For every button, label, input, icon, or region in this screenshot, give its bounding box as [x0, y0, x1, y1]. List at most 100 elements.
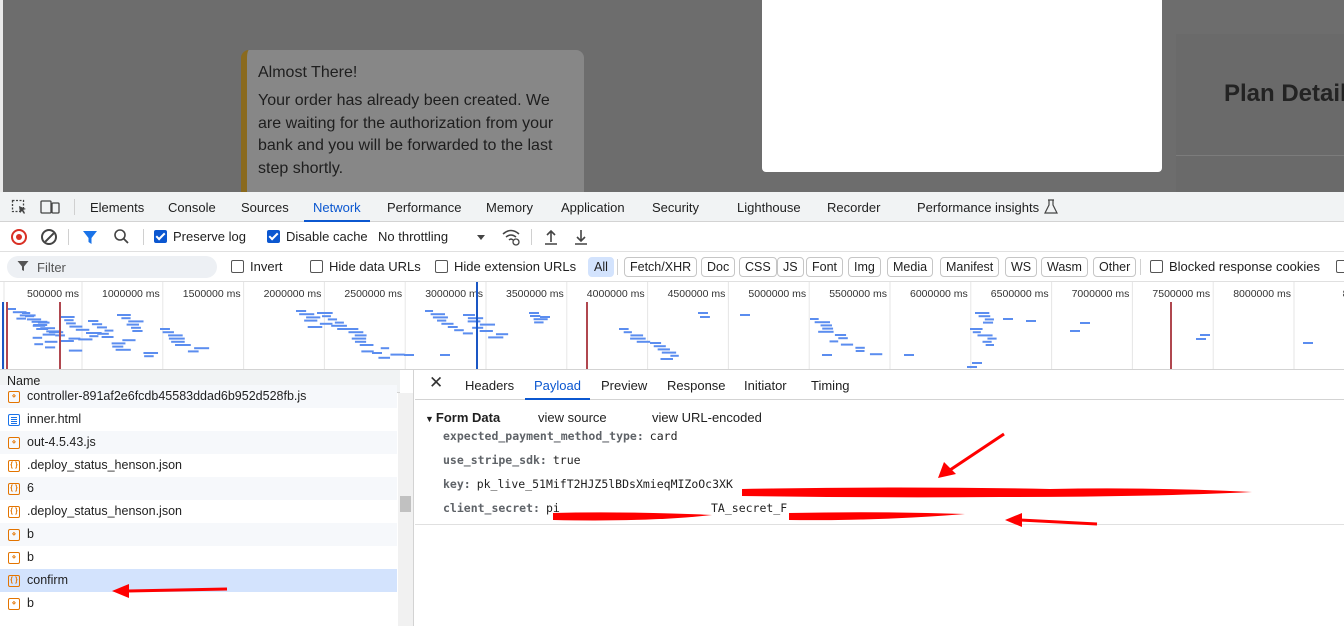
disable-cache-checkbox[interactable]: Disable cache [267, 222, 368, 252]
type-filter-media[interactable]: Media [887, 257, 934, 277]
request-row[interactable]: ⋄ controller-891af2e6fcdb45583ddad6b952d5… [0, 385, 397, 408]
export-har-icon[interactable] [573, 222, 589, 252]
tab-performance[interactable]: Performance [387, 192, 461, 222]
clear-button[interactable] [41, 229, 57, 245]
device-toolbar-icon[interactable] [40, 199, 60, 215]
tab-sources[interactable]: Sources [241, 192, 289, 222]
invert-checkbox[interactable]: Invert [231, 252, 283, 282]
timeline-request-bar [985, 344, 995, 346]
type-filter-all[interactable]: All [588, 257, 614, 277]
type-filter-other[interactable]: Other [1093, 257, 1137, 277]
timeline-tick-label: 5000000 ms [748, 288, 806, 300]
plan-details-card: Plan Details [1176, 34, 1344, 192]
tab-performance-insights[interactable]: Performance insights [917, 192, 1039, 222]
timeline-request-bar [855, 350, 865, 352]
request-list-scroll-thumb[interactable] [400, 496, 411, 512]
type-filter-doc[interactable]: Doc [701, 257, 736, 277]
timeline-request-bar [112, 345, 124, 348]
record-button[interactable] [11, 229, 27, 245]
search-icon[interactable] [113, 222, 131, 252]
order-alert: Almost There! Your order has already bee… [241, 50, 584, 192]
extra-checkbox[interactable] [1336, 252, 1344, 282]
type-filter-ws[interactable]: WS [1005, 257, 1038, 277]
request-row[interactable]: ⋄ out-4.5.43.js [0, 431, 397, 454]
detail-tab-response[interactable]: Response [667, 370, 726, 400]
type-filter-font[interactable]: Font [806, 257, 844, 277]
inspect-element-icon[interactable] [11, 199, 29, 215]
network-conditions-icon[interactable] [501, 222, 521, 252]
preserve-log-checkbox[interactable]: Preserve log [154, 222, 246, 252]
tab-network[interactable]: Network [304, 192, 370, 222]
hide-data-urls-checkbox[interactable]: Hide data URLs [310, 252, 421, 282]
detail-tab-payload[interactable]: Payload [525, 370, 590, 400]
timeline-request-bar [144, 355, 154, 358]
checkbox-unchecked[interactable] [435, 260, 448, 273]
request-row[interactable]: inner.html [0, 408, 397, 431]
checkbox-unchecked[interactable] [1150, 260, 1163, 273]
network-timeline-overview[interactable]: 500000 ms 1000000 ms 1500000 ms 2000000 ms 2… [0, 282, 1344, 370]
timeline-request-bar [131, 326, 141, 329]
type-filter-js[interactable]: JS [777, 257, 804, 277]
request-row[interactable]: { } 6 [0, 477, 397, 500]
tab-console[interactable]: Console [168, 192, 216, 222]
fetch-icon: { } [8, 460, 20, 472]
timeline-request-bar [111, 342, 126, 345]
timeline-tick-label: 7000000 ms [1072, 288, 1130, 300]
checkbox-checked[interactable] [267, 230, 280, 243]
detail-tab-preview[interactable]: Preview [601, 370, 647, 400]
request-row[interactable]: { } .deploy_status_henson.json [0, 500, 397, 523]
tab-recorder[interactable]: Recorder [827, 192, 880, 222]
throttling-value: No throttling [378, 229, 449, 244]
request-row[interactable]: { } confirm [0, 569, 397, 592]
request-rows: ⋄ controller-891af2e6fcdb45583ddad6b952d5… [0, 385, 397, 615]
tab-memory[interactable]: Memory [486, 192, 533, 222]
alert-text: Your order has already been created. We … [258, 92, 554, 177]
timeline-request-bar [982, 340, 992, 343]
form-data-section[interactable]: ▼ Form Data [425, 410, 500, 425]
request-row[interactable]: ⋄ b [0, 523, 397, 546]
type-filter-manifest[interactable]: Manifest [940, 257, 1000, 277]
detail-tab-timing[interactable]: Timing [811, 370, 850, 400]
type-filter-wasm[interactable]: Wasm [1041, 257, 1088, 277]
close-icon[interactable]: ✕ [429, 373, 443, 393]
hide-extension-urls-label: Hide extension URLs [454, 259, 577, 274]
filter-input-container[interactable] [7, 256, 217, 278]
timeline-tick-label: 1000000 ms [102, 288, 160, 300]
timeline-tick-label: 4500000 ms [668, 288, 726, 300]
request-row[interactable]: ⋄ b [0, 592, 397, 615]
checkbox-checked[interactable] [154, 230, 167, 243]
checkbox-unchecked[interactable] [231, 260, 244, 273]
type-filter-fetch-xhr[interactable]: Fetch/XHR [624, 257, 698, 277]
tab-security[interactable]: Security [652, 192, 699, 222]
detail-tab-initiator[interactable]: Initiator [744, 370, 787, 400]
field-key: use_stripe_sdk: [443, 453, 547, 467]
checkbox-unchecked[interactable] [310, 260, 323, 273]
throttling-select[interactable]: No throttling [378, 222, 448, 252]
filter-funnel-icon[interactable] [82, 222, 98, 252]
request-row[interactable]: { } .deploy_status_henson.json [0, 454, 397, 477]
detail-tab-headers[interactable]: Headers [465, 370, 514, 400]
timeline-request-bar [533, 318, 548, 321]
filter-input[interactable] [37, 258, 207, 276]
type-filter-img[interactable]: Img [848, 257, 881, 277]
script-icon: ⋄ [8, 598, 20, 610]
tab-application[interactable]: Application [561, 192, 625, 222]
checkbox-unchecked[interactable] [1336, 260, 1344, 273]
type-filter-css[interactable]: CSS [739, 257, 777, 277]
form-data-label: Form Data [435, 410, 501, 425]
tab-elements[interactable]: Elements [90, 192, 144, 222]
timeline-request-bar [987, 337, 997, 340]
chevron-down-icon[interactable] [476, 222, 486, 252]
blocked-response-cookies-checkbox[interactable]: Blocked response cookies [1150, 252, 1320, 282]
hide-extension-urls-checkbox[interactable]: Hide extension URLs [435, 252, 576, 282]
timeline-request-bar [104, 329, 114, 332]
view-url-encoded-link[interactable]: view URL-encoded [652, 410, 762, 425]
timeline-request-bar [34, 343, 44, 346]
tab-lighthouse[interactable]: Lighthouse [737, 192, 801, 222]
timeline-request-bar [122, 339, 136, 342]
filter-bar: Invert Hide data URLs Hide extension URL… [0, 252, 1344, 282]
request-row[interactable]: ⋄ b [0, 546, 397, 569]
import-har-icon[interactable] [543, 222, 559, 252]
timeline-tick-label: 2500000 ms [344, 288, 402, 300]
view-source-link[interactable]: view source [538, 410, 607, 425]
